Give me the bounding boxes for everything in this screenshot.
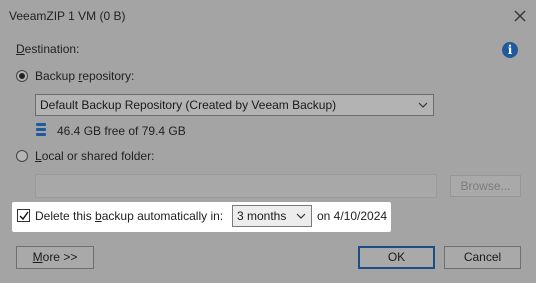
deletion-date: on 4/10/2024 <box>317 209 388 223</box>
repository-free-space: 46.4 GB free of 79.4 GB <box>57 124 186 138</box>
retention-period-value: 3 months <box>237 209 287 223</box>
destination-accel: D <box>16 42 25 56</box>
more-accel: M <box>32 250 43 264</box>
info-icon[interactable]: i <box>502 42 518 58</box>
auto-delete-label-part1: Delete this <box>35 209 96 223</box>
title-bar: VeeamZIP 1 VM (0 B) <box>0 0 536 32</box>
auto-delete-accel: b <box>95 209 102 223</box>
close-icon[interactable] <box>511 7 529 25</box>
folder-path-input[interactable] <box>35 174 437 198</box>
destination-label: Destination: <box>16 42 79 56</box>
repository-select[interactable]: Default Backup Repository (Created by Ve… <box>35 94 434 116</box>
auto-delete-label-part2: ackup automatically in: <box>101 209 224 223</box>
chevron-down-icon <box>296 213 306 219</box>
browse-button[interactable]: Browse... <box>450 175 521 197</box>
local-folder-label-text: ocal or shared folder: <box>41 149 155 163</box>
more-button[interactable]: More >> <box>16 246 94 269</box>
repository-select-value: Default Backup Repository (Created by Ve… <box>40 98 337 112</box>
cancel-button[interactable]: Cancel <box>444 246 521 269</box>
destination-label-text: estination: <box>24 42 80 56</box>
retention-period-select[interactable]: 3 months <box>232 205 312 227</box>
backup-repository-label[interactable]: Backup repository: <box>35 69 134 83</box>
auto-delete-label[interactable]: Delete this backup automatically in: <box>35 209 223 223</box>
local-folder-radio[interactable] <box>16 150 28 162</box>
checkmark-icon <box>19 211 29 221</box>
database-icon <box>36 123 46 136</box>
chevron-down-icon <box>418 102 428 108</box>
more-label: ore >> <box>42 250 78 264</box>
local-folder-label[interactable]: Local or shared folder: <box>35 149 154 163</box>
backup-repository-radio[interactable] <box>16 70 28 82</box>
window-title: VeeamZIP 1 VM (0 B) <box>9 9 126 23</box>
backup-repository-label-part2: epository: <box>82 69 135 83</box>
ok-button[interactable]: OK <box>358 246 435 269</box>
backup-repository-label-part1: Backup <box>35 69 79 83</box>
local-folder-accel: L <box>35 149 42 163</box>
auto-delete-checkbox[interactable] <box>17 209 30 222</box>
